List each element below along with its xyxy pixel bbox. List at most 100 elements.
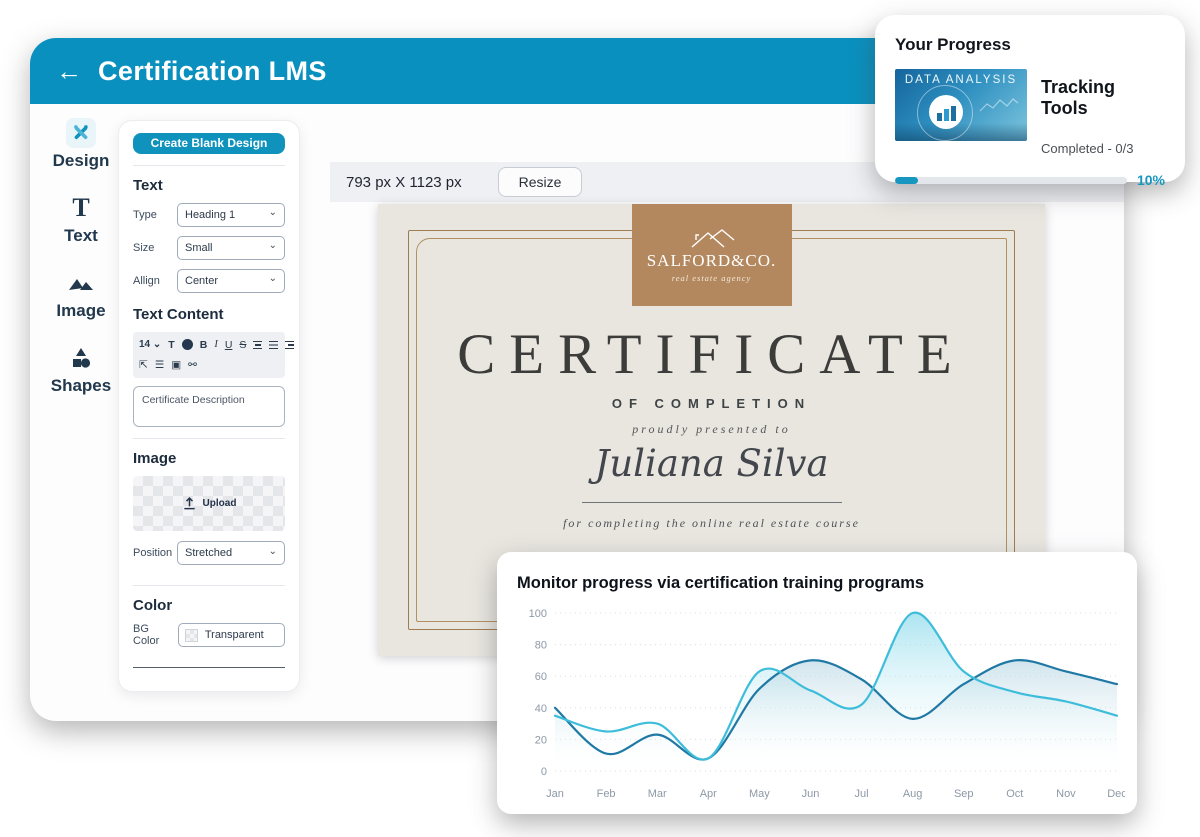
certificate-title: CERTIFICATE [378, 322, 1045, 387]
certificate-brand: SALFORD&CO. [647, 251, 777, 271]
roof-logo-icon [686, 227, 738, 249]
thumbnail-label: DATA ANALYSIS [895, 74, 1027, 86]
progress-bar-fill [895, 177, 918, 184]
upload-label: Upload [203, 498, 237, 509]
progress-card-title: Your Progress [895, 35, 1165, 55]
x-tick-label: Mar [648, 788, 667, 800]
position-value: Stretched [185, 547, 232, 559]
size-select[interactable]: Small ⌄ [177, 236, 285, 260]
sidebar-item-label: Text [64, 226, 98, 246]
x-tick-label: Jan [546, 788, 564, 800]
completed-status: Completed - 0/3 [1041, 141, 1165, 156]
divider [133, 438, 285, 439]
certificate-course-line: for completing the online real estate co… [378, 516, 1045, 531]
italic-icon[interactable]: I [214, 340, 218, 351]
area-series-dark [555, 660, 1117, 771]
certificate-recipient-name: Juliana Silva [378, 442, 1045, 485]
create-blank-design-button[interactable]: Create Blank Design [133, 133, 285, 154]
list-icon[interactable]: ☰ [155, 360, 164, 371]
certificate-brand-tagline: real estate agency [672, 273, 752, 283]
divider [133, 165, 285, 166]
divider [133, 585, 285, 586]
upload-icon [182, 496, 197, 511]
sidebar-item-design[interactable]: Design [53, 118, 110, 171]
certificate-description-input[interactable] [133, 386, 285, 427]
align-left-icon[interactable] [253, 341, 262, 350]
tools-panel: Create Blank Design Text Type Heading 1 … [118, 120, 300, 692]
x-tick-label: Dec [1107, 788, 1125, 800]
transparent-swatch [185, 629, 198, 642]
image-icon [66, 268, 96, 298]
link-icon[interactable]: ⚯ [188, 360, 197, 371]
certificate-presented-line: proudly presented to [378, 422, 1045, 437]
x-tick-label: Jun [802, 788, 820, 800]
course-thumbnail[interactable]: DATA ANALYSIS [895, 69, 1027, 141]
x-tick-label: Apr [700, 788, 717, 800]
text-section-heading: Text [133, 177, 285, 194]
type-value: Heading 1 [185, 209, 235, 221]
chart-title: Monitor progress via certification train… [517, 574, 1127, 593]
sidebar-item-label: Image [56, 301, 105, 321]
sidebar-item-label: Shapes [51, 376, 111, 396]
x-tick-label: Aug [903, 788, 923, 800]
bg-color-picker[interactable]: Transparent [178, 623, 285, 647]
font-size-select[interactable]: 14 ⌄ [139, 340, 161, 350]
x-tick-label: Oct [1006, 788, 1023, 800]
position-select[interactable]: Stretched ⌄ [177, 541, 285, 565]
cursor-icon[interactable]: ⇱ [139, 360, 148, 371]
sidebar-item-label: Design [53, 151, 110, 171]
x-tick-label: Sep [954, 788, 974, 800]
text-icon: T [66, 193, 96, 223]
bold-icon[interactable]: B [200, 340, 208, 351]
chevron-down-icon: ⌄ [269, 274, 277, 284]
certificate-subtitle: OF COMPLETION [378, 396, 1045, 411]
progress-line-chart: 020406080100JanFebMarAprMayJunJulAugSepO… [517, 599, 1125, 811]
underline-icon[interactable]: U [225, 340, 233, 351]
text-content-heading: Text Content [133, 306, 285, 323]
sidebar-item-image[interactable]: Image [56, 268, 105, 321]
x-tick-label: May [749, 788, 770, 800]
y-tick-label: 100 [529, 608, 547, 620]
image-upload-area[interactable]: Upload [133, 476, 285, 531]
align-center-icon[interactable] [269, 341, 278, 350]
type-select[interactable]: Heading 1 ⌄ [177, 203, 285, 227]
align-select[interactable]: Center ⌄ [177, 269, 285, 293]
image-section-heading: Image [133, 450, 285, 467]
type-label: Type [133, 209, 157, 221]
your-progress-card: Your Progress DATA ANALYSIS Tracking Too… [875, 15, 1185, 182]
y-tick-label: 40 [535, 703, 547, 715]
shapes-icon [66, 343, 96, 373]
rich-text-toolbar: 14 ⌄ T B I U S ⇱ ☰ ▣ ⚯ [133, 332, 285, 378]
bg-color-label: BG Color [133, 623, 178, 647]
chart-card: Monitor progress via certification train… [497, 552, 1137, 814]
y-tick-label: 80 [535, 640, 547, 652]
screen: ← Certification LMS Design T Text [0, 0, 1200, 837]
align-right-icon[interactable] [285, 341, 294, 350]
align-label: Allign [133, 275, 160, 287]
align-value: Center [185, 275, 218, 287]
size-label: Size [133, 242, 154, 254]
strikethrough-icon[interactable]: S [239, 340, 246, 351]
text-color-icon[interactable] [182, 339, 193, 350]
bar-chart-icon [929, 95, 963, 129]
app-title: Certification LMS [98, 56, 327, 87]
position-label: Position [133, 547, 172, 559]
chevron-down-icon: ⌄ [269, 208, 277, 218]
chevron-down-icon: ⌄ [269, 547, 277, 557]
sidebar-item-shapes[interactable]: Shapes [51, 343, 111, 396]
progress-percent: 10% [1137, 172, 1165, 188]
size-value: Small [185, 242, 213, 254]
x-tick-label: Nov [1056, 788, 1076, 800]
x-tick-label: Feb [597, 788, 616, 800]
course-title: Tracking Tools [1041, 77, 1165, 119]
certificate-ribbon: SALFORD&CO. real estate agency [632, 204, 792, 306]
sidebar-item-text[interactable]: T Text [64, 193, 98, 246]
y-tick-label: 20 [535, 734, 547, 746]
text-style-icon[interactable]: T [168, 340, 174, 351]
back-arrow-icon[interactable]: ← [56, 58, 82, 84]
insert-image-icon[interactable]: ▣ [171, 360, 181, 371]
progress-bar-track [895, 177, 1127, 184]
resize-button[interactable]: Resize [498, 167, 583, 197]
canvas-dimensions: 793 px X 1123 px [346, 174, 462, 191]
signature-line [582, 502, 842, 503]
